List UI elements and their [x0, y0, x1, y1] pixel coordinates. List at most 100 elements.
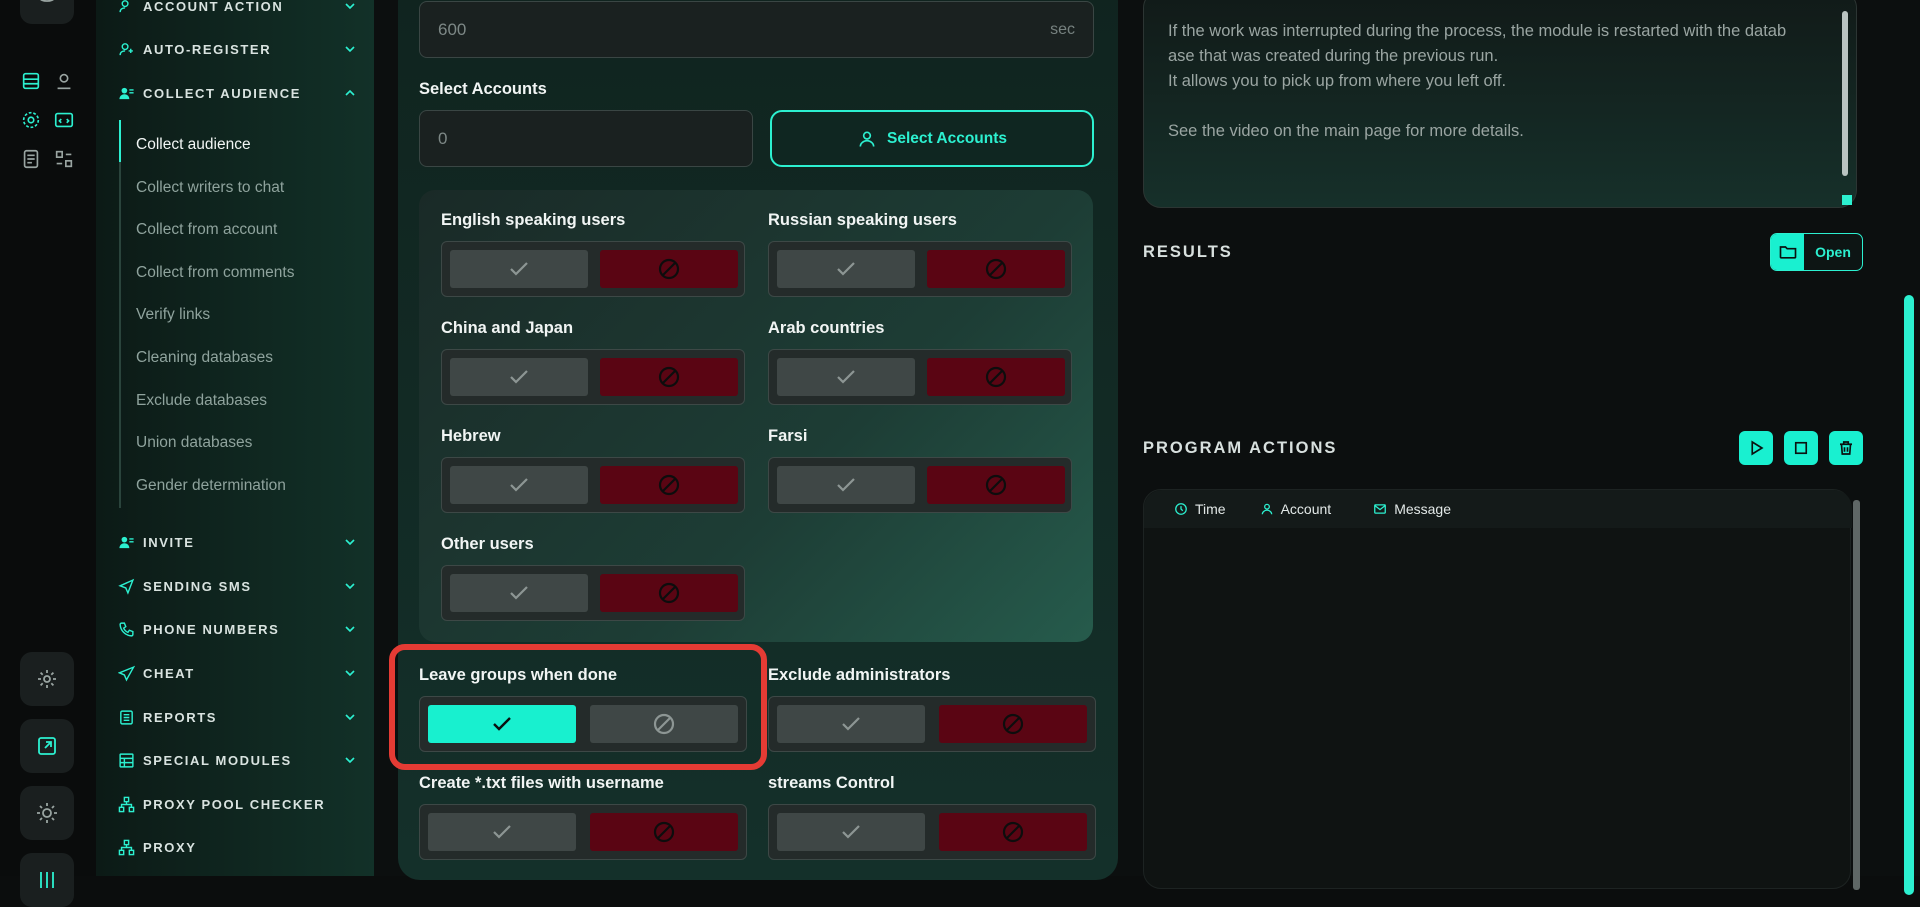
toggle-exclude-admins — [768, 696, 1096, 752]
module-description: If the work was interrupted during the p… — [1143, 0, 1857, 208]
stop-button[interactable] — [1784, 431, 1818, 465]
open-results-button[interactable]: Open — [1770, 233, 1863, 271]
users-icon — [119, 87, 134, 99]
toggle-hebrew — [441, 457, 745, 513]
column-label: Time — [1195, 501, 1226, 517]
log-scrollbar[interactable] — [1853, 500, 1860, 890]
sidebar-section-sending-sms[interactable]: SENDING SMS — [118, 574, 358, 598]
sidebar: ACCOUNT ACTION AUTO-REGISTER COLLECT AUD… — [96, 0, 374, 876]
toggle-no-button[interactable] — [927, 466, 1065, 504]
sidebar-item-collect-from-account[interactable]: Collect from account — [136, 221, 277, 239]
accounts-count-input[interactable]: 0 — [419, 110, 753, 167]
check-icon — [842, 717, 860, 731]
toggle-no-button[interactable] — [927, 250, 1065, 288]
sidebar-section-special-modules[interactable]: SPECIAL MODULES — [118, 748, 358, 772]
toggle-no-button[interactable] — [927, 358, 1065, 396]
database-button[interactable] — [20, 0, 74, 24]
toggle-no-button[interactable] — [939, 813, 1087, 851]
sidebar-section-account-action[interactable]: ACCOUNT ACTION — [118, 0, 358, 18]
theme-toggle-button[interactable] — [20, 786, 74, 840]
clear-log-button[interactable] — [1829, 431, 1863, 465]
table-icon — [119, 752, 134, 768]
toggle-yes-button[interactable] — [450, 574, 588, 612]
sidebar-item-exclude-databases[interactable]: Exclude databases — [136, 392, 267, 410]
sidebar-section-auto-register[interactable]: AUTO-REGISTER — [118, 37, 358, 61]
toggle-no-button[interactable] — [600, 358, 738, 396]
sidebar-section-invite[interactable]: INVITE — [118, 530, 358, 554]
submenu-track — [119, 120, 121, 508]
toggle-yes-button[interactable] — [777, 705, 925, 743]
sidebar-item-collect-writers[interactable]: Collect writers to chat — [136, 179, 284, 197]
database-list-icon[interactable] — [20, 70, 42, 92]
sidebar-section-label: INVITE — [143, 534, 195, 550]
user-icon — [859, 131, 875, 147]
toggle-yes-button[interactable] — [450, 358, 588, 396]
accounts-count: 0 — [438, 128, 448, 148]
chevron-down-icon — [345, 3, 355, 10]
toggle-other — [441, 565, 745, 621]
lang-label-china-japan: China and Japan — [441, 319, 574, 337]
toggle-yes-button[interactable] — [777, 813, 925, 851]
toggle-yes-button[interactable] — [428, 813, 576, 851]
toggle-yes-button[interactable] — [777, 358, 915, 396]
sidebar-item-cleaning-databases[interactable]: Cleaning databases — [136, 349, 273, 367]
toggle-english — [441, 241, 745, 297]
sidebar-item-verify-links[interactable]: Verify links — [136, 306, 210, 324]
sidebar-section-phone-numbers[interactable]: PHONE NUMBERS — [118, 617, 358, 641]
sidebar-item-gender-determination[interactable]: Gender determination — [136, 477, 286, 495]
sidebar-item-collect-audience[interactable]: Collect audience — [136, 136, 251, 154]
delay-input[interactable]: 600 sec — [419, 1, 1094, 58]
start-button[interactable] — [1739, 431, 1773, 465]
toggle-no-button[interactable] — [590, 813, 738, 851]
sidebar-section-label: SENDING SMS — [143, 578, 252, 594]
toggle-no-button[interactable] — [600, 466, 738, 504]
sidebar-section-cheat[interactable]: CHEAT — [118, 661, 358, 685]
ban-icon — [985, 474, 1007, 496]
sidebar-section-reports[interactable]: REPORTS — [118, 705, 358, 729]
toggle-no-button[interactable] — [600, 250, 738, 288]
chevron-down-icon — [345, 757, 355, 764]
check-icon — [837, 370, 855, 384]
toggle-yes-button[interactable] — [777, 466, 915, 504]
sidebar-item-union-databases[interactable]: Union databases — [136, 434, 252, 452]
check-icon — [837, 478, 855, 492]
settings-button[interactable] — [20, 652, 74, 706]
select-accounts-button[interactable]: Select Accounts — [770, 110, 1094, 167]
toggle-yes-button[interactable] — [450, 466, 588, 504]
column-account[interactable]: Account — [1260, 501, 1331, 517]
option-label-create-txt: Create *.txt files with username — [419, 774, 664, 792]
column-message[interactable]: Message — [1373, 501, 1451, 517]
column-time[interactable]: Time — [1174, 501, 1226, 517]
resize-grip[interactable] — [1842, 195, 1852, 205]
equalizer-button[interactable] — [20, 853, 74, 907]
sidebar-section-proxy-pool-checker[interactable]: PROXY POOL CHECKER — [118, 792, 358, 816]
option-label-exclude-admins: Exclude administrators — [768, 666, 951, 684]
toggle-yes-button[interactable] — [777, 250, 915, 288]
external-link-button[interactable] — [20, 719, 74, 773]
toggle-yes-button[interactable] — [450, 250, 588, 288]
check-icon — [837, 262, 855, 276]
toggle-no-button[interactable] — [939, 705, 1087, 743]
description-line: ase that was created during the previous… — [1168, 47, 1499, 65]
sidebar-section-label: COLLECT AUDIENCE — [143, 85, 302, 101]
ban-icon — [985, 366, 1007, 388]
settings-gear-icon[interactable] — [20, 109, 42, 131]
ban-icon — [653, 821, 675, 843]
sidebar-section-proxy[interactable]: PROXY — [118, 835, 358, 859]
program-actions-title: PROGRAM ACTIONS — [1143, 439, 1338, 457]
delay-unit: sec — [1050, 20, 1075, 38]
page-scrollbar[interactable] — [1904, 295, 1914, 895]
sidebar-item-collect-from-comments[interactable]: Collect from comments — [136, 264, 294, 282]
play-icon — [1751, 440, 1764, 456]
toggle-no-button[interactable] — [600, 574, 738, 612]
grid-tools-icon[interactable] — [53, 148, 75, 170]
sidebar-section-label: REPORTS — [143, 709, 218, 725]
ban-icon — [658, 474, 680, 496]
database-icon — [40, 0, 54, 2]
code-window-icon[interactable] — [53, 109, 75, 131]
user-icon — [1261, 503, 1272, 515]
user-location-icon[interactable] — [53, 70, 75, 92]
description-scrollbar[interactable] — [1842, 11, 1848, 176]
sidebar-section-collect-audience[interactable]: COLLECT AUDIENCE — [118, 81, 358, 105]
task-list-icon[interactable] — [20, 148, 42, 170]
